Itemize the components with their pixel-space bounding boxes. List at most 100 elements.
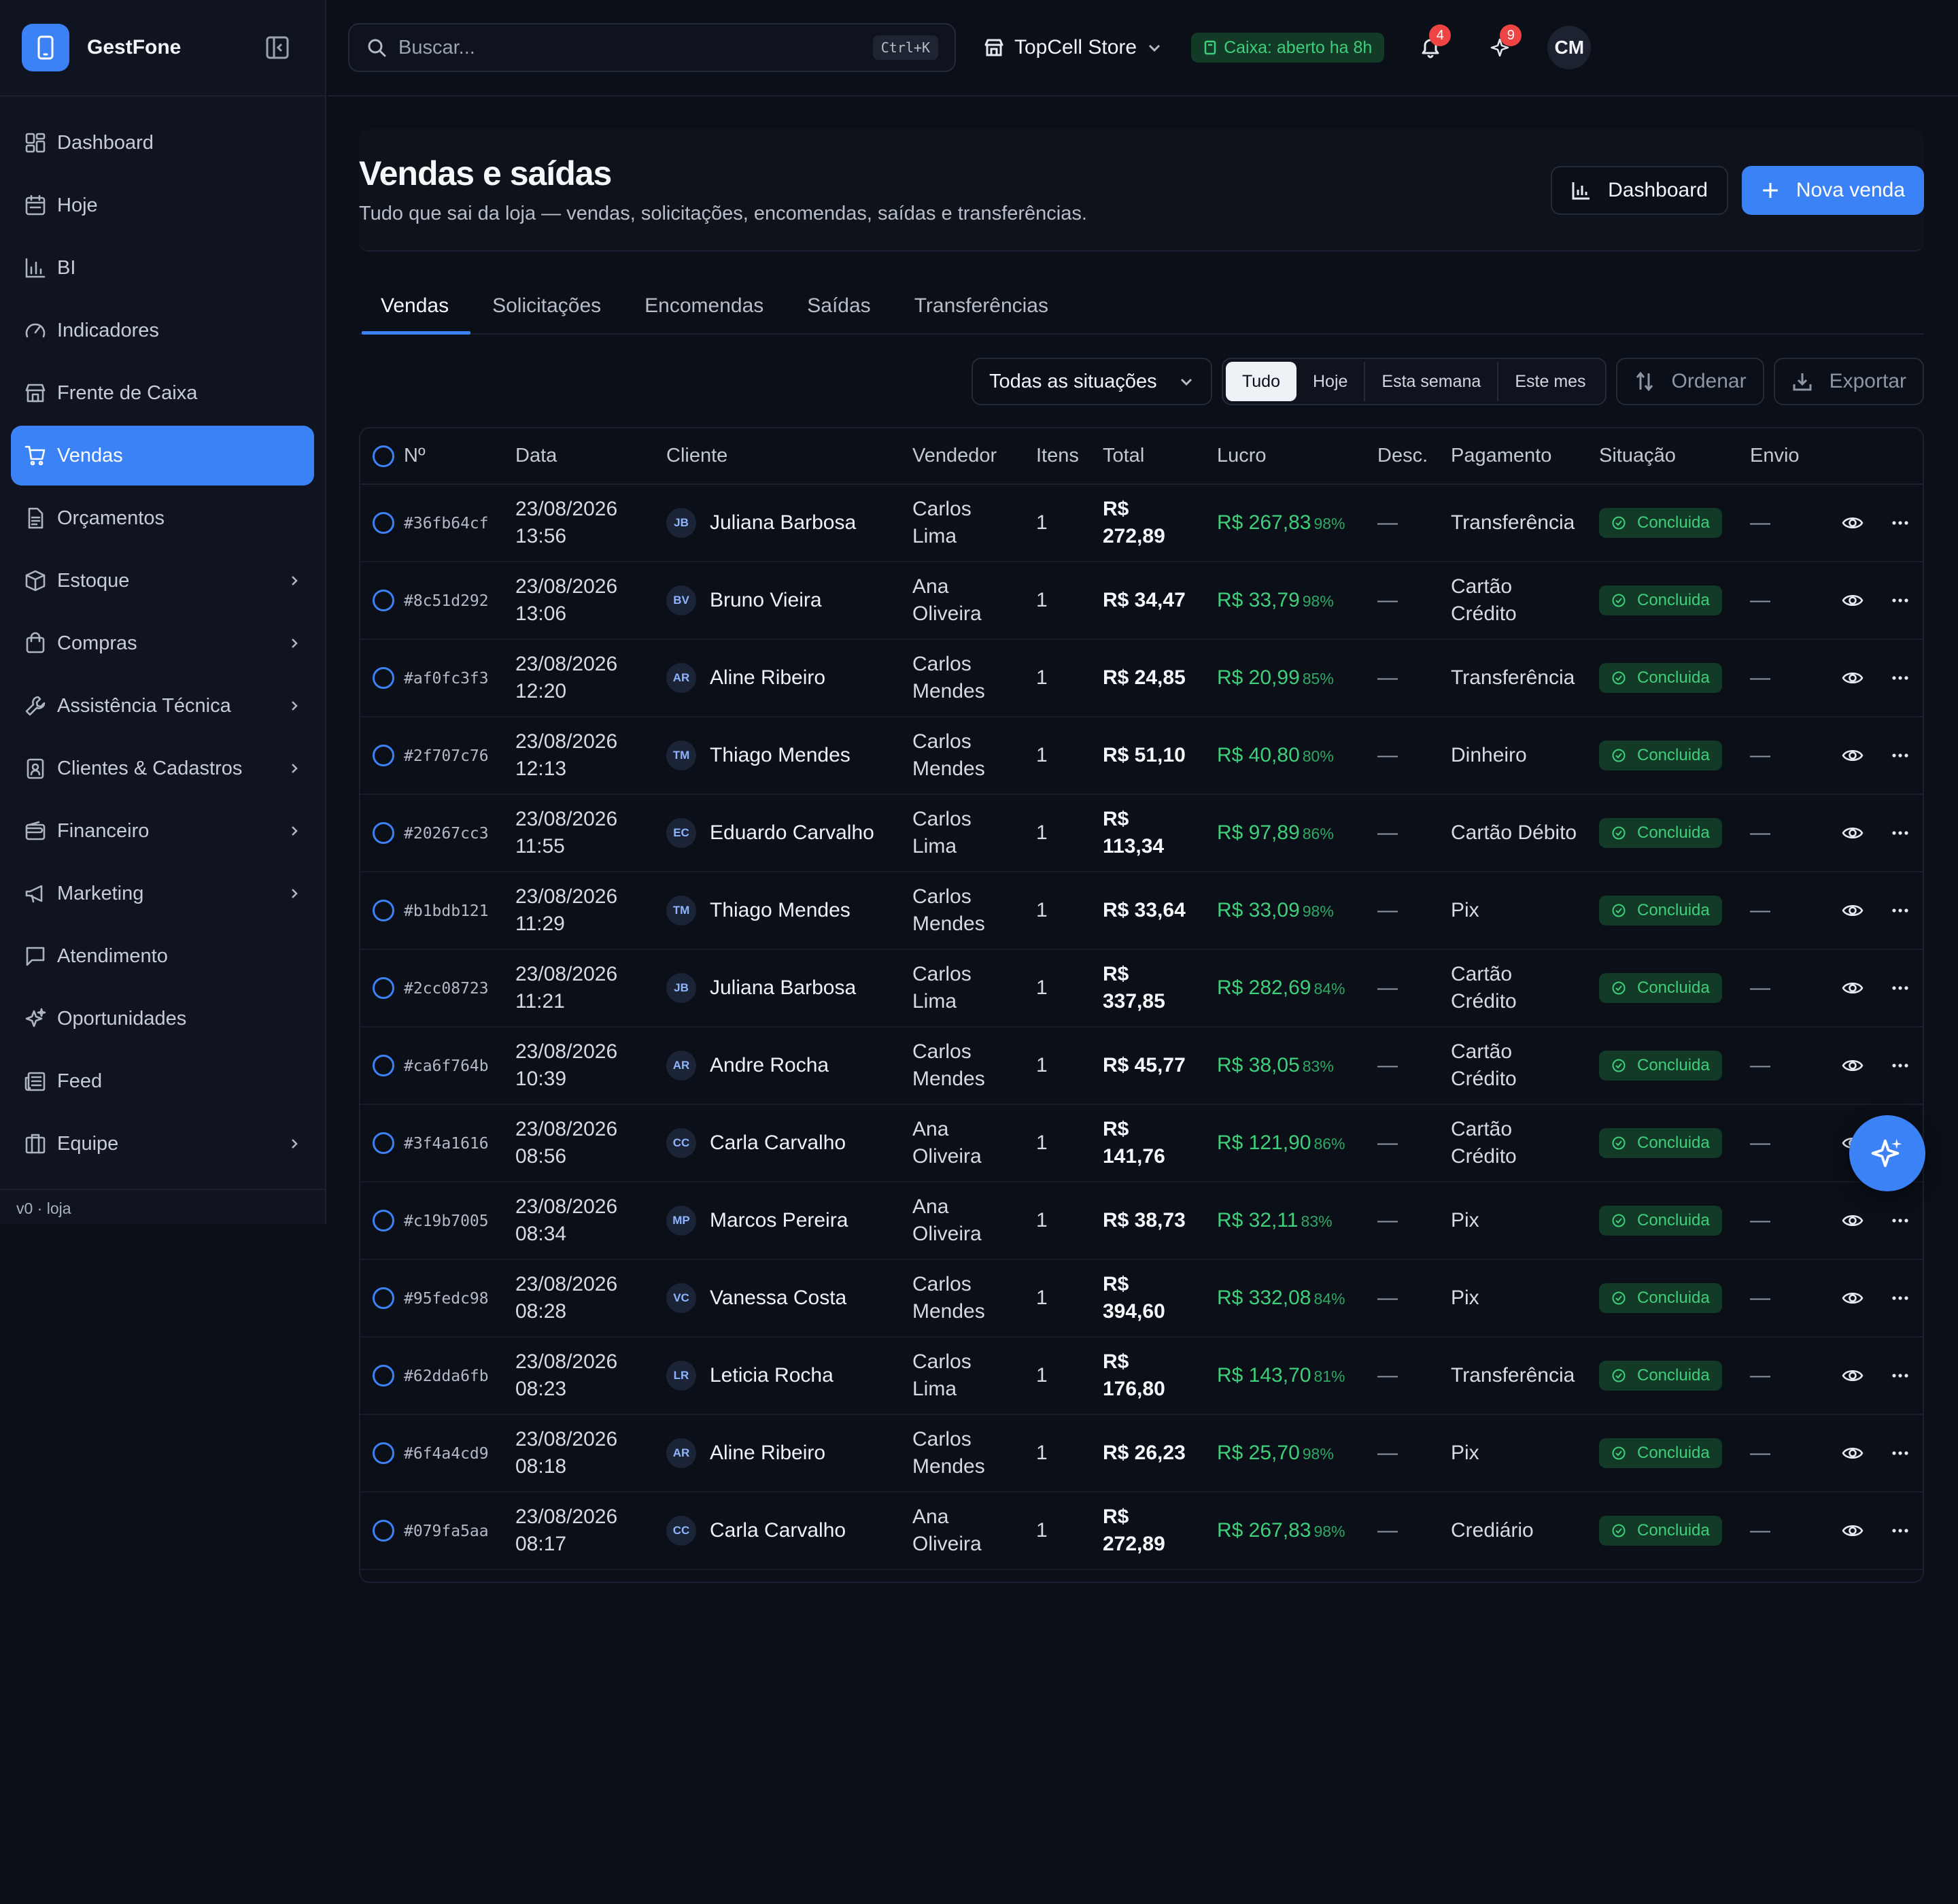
more-horizontal-icon[interactable] — [1890, 1443, 1910, 1463]
eye-icon[interactable] — [1841, 511, 1864, 534]
more-horizontal-icon[interactable] — [1890, 978, 1910, 998]
period-hoje[interactable]: Hoje — [1296, 362, 1364, 401]
sidebar-item-atendimento[interactable]: Atendimento — [11, 926, 314, 986]
export-button[interactable]: Exportar — [1773, 358, 1924, 405]
more-horizontal-icon[interactable] — [1890, 513, 1910, 533]
tab-transferencias[interactable]: Transferências — [893, 279, 1070, 333]
sidebar-item-compras[interactable]: Compras — [11, 613, 314, 673]
sidebar-item-assistencia-tecnica[interactable]: Assistência Técnica — [11, 676, 314, 736]
table-row[interactable]: #2cc08723 23/08/2026 11:21 JB Juliana Barbos… — [360, 949, 1923, 1027]
row-checkbox[interactable] — [373, 822, 394, 845]
ai-fab-button[interactable] — [1849, 1115, 1925, 1191]
row-checkbox[interactable] — [373, 1210, 394, 1232]
sale-id[interactable]: #8c51d292 — [404, 592, 489, 610]
tab-solicitacoes[interactable]: Solicitações — [470, 279, 623, 333]
eye-icon[interactable] — [1841, 1209, 1864, 1232]
tab-encomendas[interactable]: Encomendas — [623, 279, 785, 333]
table-row[interactable]: #ca6f764b 23/08/2026 10:39 AR Andre Rocha Car… — [360, 1027, 1923, 1105]
period-tudo[interactable]: Tudo — [1225, 362, 1296, 401]
more-horizontal-icon[interactable] — [1890, 1520, 1910, 1541]
store-selector[interactable]: TopCell Store — [983, 36, 1163, 59]
eye-icon[interactable] — [1841, 899, 1864, 922]
eye-icon[interactable] — [1841, 976, 1864, 1000]
row-checkbox[interactable] — [373, 900, 394, 922]
more-horizontal-icon[interactable] — [1890, 590, 1910, 611]
eye-icon[interactable] — [1841, 1519, 1864, 1542]
eye-icon[interactable] — [1841, 1287, 1864, 1310]
notifications-button[interactable]: 4 — [1406, 23, 1455, 72]
row-checkbox[interactable] — [373, 512, 394, 534]
sidebar-item-financeiro[interactable]: Financeiro — [11, 801, 314, 861]
sidebar-item-clientes-cadastros[interactable]: Clientes & Cadastros — [11, 738, 314, 798]
row-checkbox[interactable] — [373, 1287, 394, 1310]
sale-id[interactable]: #62dda6fb — [404, 1367, 489, 1385]
sidebar-collapse-icon[interactable] — [265, 35, 290, 60]
sidebar-item-orcamentos[interactable]: Orçamentos — [11, 488, 314, 548]
eye-icon[interactable] — [1841, 1054, 1864, 1077]
row-checkbox[interactable] — [373, 590, 394, 612]
select-all-checkbox[interactable] — [373, 445, 394, 468]
row-checkbox[interactable] — [373, 1055, 394, 1077]
table-row[interactable]: #97ca7b7323/08/202608:01BVBruno VieiraAn… — [360, 1569, 1923, 1582]
client-name[interactable]: Thiago Mendes — [710, 742, 851, 769]
sidebar-item-equipe[interactable]: Equipe — [11, 1114, 314, 1174]
sidebar-item-vendas[interactable]: Vendas — [11, 426, 314, 486]
caixa-status-badge[interactable]: Caixa: aberto ha 8h — [1191, 33, 1385, 63]
sidebar-item-marketing[interactable]: Marketing — [11, 864, 314, 923]
table-row[interactable]: #8c51d292 23/08/2026 13:06 BV Bruno Vieira An… — [360, 562, 1923, 640]
sale-id[interactable]: #ca6f764b — [404, 1057, 489, 1075]
period-este-mes[interactable]: Este mes — [1497, 362, 1602, 401]
row-checkbox[interactable] — [373, 1520, 394, 1542]
sale-id[interactable]: #079fa5aa — [404, 1523, 489, 1540]
client-name[interactable]: Carla Carvalho — [710, 1129, 846, 1157]
table-row[interactable]: #36fb64cf 23/08/2026 13:56 JB Juliana Barbos… — [360, 484, 1923, 562]
client-name[interactable]: Bruno Vieira — [710, 587, 822, 614]
client-name[interactable]: Andre Rocha — [710, 1052, 829, 1079]
sidebar-item-indicadores[interactable]: Indicadores — [11, 301, 314, 360]
table-row[interactable]: #62dda6fb 23/08/2026 08:23 LR Leticia Rocha C… — [360, 1337, 1923, 1415]
sidebar-item-hoje[interactable]: Hoje — [11, 175, 314, 235]
new-sale-button[interactable]: Nova venda — [1741, 166, 1924, 215]
row-checkbox[interactable] — [373, 667, 394, 690]
more-horizontal-icon[interactable] — [1890, 823, 1910, 843]
table-row[interactable]: #c19b7005 23/08/2026 08:34 MP Marcos Pereira… — [360, 1182, 1923, 1260]
period-esta-semana[interactable]: Esta semana — [1364, 362, 1497, 401]
sale-id[interactable]: #20267cc3 — [404, 825, 489, 843]
sale-id[interactable]: #2cc08723 — [404, 980, 489, 998]
sidebar-item-oportunidades[interactable]: Oportunidades — [11, 989, 314, 1049]
eye-icon[interactable] — [1841, 744, 1864, 767]
eye-icon[interactable] — [1841, 666, 1864, 690]
client-name[interactable]: Vanessa Costa — [710, 1285, 846, 1312]
phone-logo-icon[interactable] — [22, 24, 69, 71]
table-row[interactable]: #95fedc98 23/08/2026 08:28 VC Vanessa Costa C… — [360, 1259, 1923, 1338]
more-horizontal-icon[interactable] — [1890, 1210, 1910, 1231]
more-horizontal-icon[interactable] — [1890, 668, 1910, 688]
sidebar-item-feed[interactable]: Feed — [11, 1051, 314, 1111]
row-checkbox[interactable] — [373, 1365, 394, 1387]
more-horizontal-icon[interactable] — [1890, 745, 1910, 766]
tab-saidas[interactable]: Saídas — [785, 279, 892, 333]
sidebar-item-estoque[interactable]: Estoque — [11, 551, 314, 611]
client-name[interactable]: Marcos Pereira — [710, 1207, 848, 1234]
client-name[interactable]: Juliana Barbosa — [710, 974, 856, 1002]
eye-icon[interactable] — [1841, 1442, 1864, 1465]
tab-vendas[interactable]: Vendas — [359, 279, 471, 335]
sale-id[interactable]: #2f707c76 — [404, 747, 489, 765]
sort-button[interactable]: Ordenar — [1615, 358, 1764, 405]
sale-id[interactable]: #6f4a4cd9 — [404, 1445, 489, 1463]
sale-id[interactable]: #c19b7005 — [404, 1212, 489, 1230]
table-row[interactable]: #b1bdb121 23/08/2026 11:29 TM Thiago Mendes C… — [360, 872, 1923, 950]
dashboard-button[interactable]: Dashboard — [1551, 166, 1728, 215]
sale-id[interactable]: #af0fc3f3 — [404, 670, 489, 687]
client-name[interactable]: Juliana Barbosa — [710, 509, 856, 537]
search-box[interactable]: Ctrl+K — [348, 23, 956, 72]
more-horizontal-icon[interactable] — [1890, 1055, 1910, 1076]
more-horizontal-icon[interactable] — [1890, 1288, 1910, 1308]
status-filter-select[interactable]: Todas as situações — [971, 358, 1212, 405]
row-checkbox[interactable] — [373, 745, 394, 767]
sale-id[interactable]: #95fedc98 — [404, 1290, 489, 1308]
more-horizontal-icon[interactable] — [1890, 900, 1910, 921]
sale-id[interactable]: #b1bdb121 — [404, 902, 489, 920]
table-row[interactable]: #2f707c76 23/08/2026 12:13 TM Thiago Mendes C… — [360, 717, 1923, 795]
table-row[interactable]: #6f4a4cd9 23/08/2026 08:18 AR Aline Ribeiro C… — [360, 1414, 1923, 1493]
